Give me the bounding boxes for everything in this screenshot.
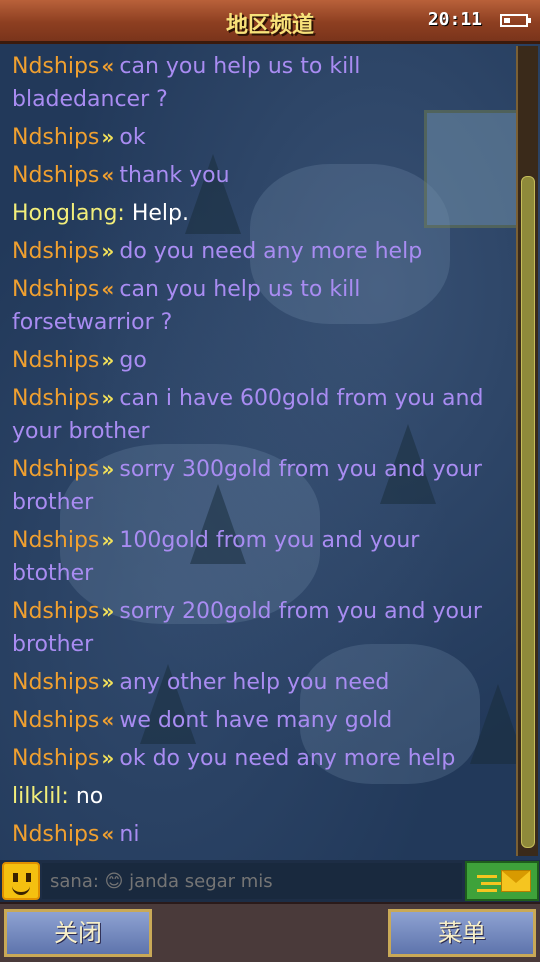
- incoming-arrow-icon: «: [101, 54, 115, 78]
- chat-message: Ndships» 100gold from you and your btothe…: [12, 524, 502, 590]
- outgoing-arrow-icon: »: [101, 386, 115, 410]
- incoming-arrow-icon: «: [101, 708, 115, 732]
- outgoing-arrow-icon: »: [101, 528, 115, 552]
- chat-message: Ndships» ok: [12, 121, 502, 154]
- message-text: no: [75, 784, 104, 809]
- sender-name[interactable]: Ndships: [12, 125, 99, 150]
- menu-button[interactable]: 菜单: [388, 909, 536, 957]
- sender-name[interactable]: Ndships: [12, 239, 99, 264]
- sender-name[interactable]: Ndships: [12, 163, 99, 188]
- sender-name[interactable]: Ndships: [12, 822, 99, 847]
- outgoing-arrow-icon: »: [101, 670, 115, 694]
- message-text: we dont have many gold: [119, 708, 393, 733]
- message-list: Ndships «can you help us to kill bladedan…: [12, 50, 502, 860]
- title-bar: 地区频道 20:11: [0, 0, 540, 44]
- incoming-arrow-icon: «: [101, 277, 115, 301]
- chat-message: Ndships «ni: [12, 818, 502, 851]
- outgoing-arrow-icon: »: [101, 239, 115, 263]
- chat-message: Ndships» sorry 300gold from you and your …: [12, 453, 502, 519]
- chat-message: Ndships» any other help you need: [12, 666, 502, 699]
- close-button[interactable]: 关闭: [4, 909, 152, 957]
- message-text: Help.: [131, 201, 189, 226]
- outgoing-arrow-icon: »: [101, 348, 115, 372]
- sender-name[interactable]: Ndships: [12, 457, 99, 482]
- speed-lines-icon: [477, 875, 497, 878]
- outgoing-arrow-icon: »: [101, 746, 115, 770]
- send-button[interactable]: [465, 861, 539, 901]
- incoming-arrow-icon: «: [101, 163, 115, 187]
- scrollbar-thumb[interactable]: [521, 176, 535, 848]
- sender-name[interactable]: Ndships: [12, 746, 99, 771]
- sender-name[interactable]: Ndships: [12, 708, 99, 733]
- sender-name[interactable]: lilklil:: [12, 784, 69, 809]
- sender-name[interactable]: Ndships: [12, 528, 99, 553]
- bottom-bar: 关闭 菜单: [0, 902, 540, 962]
- message-text: thank you: [119, 163, 230, 188]
- sender-name[interactable]: Ndships: [12, 599, 99, 624]
- sender-name[interactable]: Ndships: [12, 277, 99, 302]
- chat-message: Ndships «thank you: [12, 159, 502, 192]
- outgoing-arrow-icon: »: [101, 125, 115, 149]
- chat-message: Ndships» ok do you need any more help: [12, 742, 502, 775]
- clock: 20:11: [427, 9, 482, 30]
- chat-message: Ndships» do you need any more help: [12, 235, 502, 268]
- input-row: [0, 860, 540, 902]
- chat-message: Ndships «we dont have many gold: [12, 704, 502, 737]
- battery-icon: [500, 14, 531, 27]
- sender-name[interactable]: Ndships: [12, 386, 99, 411]
- message-text: ok: [119, 125, 146, 150]
- chat-message: Ndships» can i have 600gold from you and …: [12, 382, 502, 448]
- chat-message: Ndships «can you help us to kill bladedan…: [12, 50, 502, 116]
- smiley-icon[interactable]: [2, 862, 40, 900]
- message-text: any other help you need: [119, 670, 390, 695]
- message-text: go: [119, 348, 147, 373]
- message-text: ok do you need any more help: [119, 746, 456, 771]
- chat-input[interactable]: [42, 863, 462, 899]
- sender-name[interactable]: Ndships: [12, 348, 99, 373]
- sender-name[interactable]: Ndships: [12, 54, 99, 79]
- chat-message: Ndships «can you help us to kill forsetwa…: [12, 273, 502, 339]
- chat-panel[interactable]: Ndships «can you help us to kill bladedan…: [0, 44, 540, 860]
- chat-message: Ndships» go: [12, 344, 502, 377]
- envelope-icon: [501, 870, 531, 892]
- outgoing-arrow-icon: »: [101, 599, 115, 623]
- sender-name[interactable]: Honglang:: [12, 201, 125, 226]
- message-text: do you need any more help: [119, 239, 423, 264]
- chat-message: lilklil: no: [12, 780, 502, 813]
- outgoing-arrow-icon: »: [101, 457, 115, 481]
- chat-scrollbar[interactable]: [516, 46, 538, 856]
- message-text: ni: [119, 822, 140, 847]
- chat-message: Honglang: Help.: [12, 197, 502, 230]
- sender-name[interactable]: Ndships: [12, 670, 99, 695]
- incoming-arrow-icon: «: [101, 822, 115, 846]
- chat-message: Ndships» sorry 200gold from you and your …: [12, 595, 502, 661]
